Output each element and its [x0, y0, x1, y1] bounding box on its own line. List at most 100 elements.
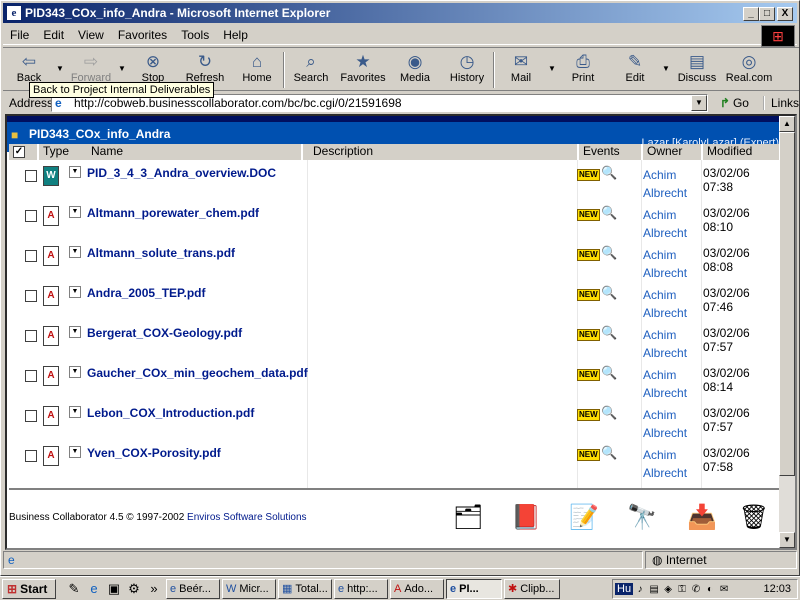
magnifier-icon[interactable]: 🔍	[601, 165, 617, 181]
tray-icon[interactable]: ✉	[717, 584, 731, 595]
tray-icon[interactable]: ◐	[703, 584, 717, 595]
links-button[interactable]: Links	[762, 96, 799, 110]
menu-edit[interactable]: Edit	[36, 28, 71, 42]
scroll-down-button[interactable]: ▼	[779, 532, 795, 548]
col-owner[interactable]: Owner	[643, 144, 703, 160]
owner-link[interactable]: Achim Albrecht	[643, 246, 687, 282]
vertical-scrollbar[interactable]: ▲ ▼	[779, 116, 795, 548]
col-modified[interactable]: Modified	[703, 144, 783, 160]
menu-help[interactable]: Help	[216, 28, 255, 42]
row-checkbox[interactable]	[25, 410, 37, 422]
file-name-link[interactable]: Bergerat_COX-Geology.pdf	[87, 326, 242, 340]
company-link[interactable]: Enviros Software Solutions	[187, 512, 307, 523]
row-checkbox[interactable]	[25, 210, 37, 222]
tray-icon[interactable]: ◈	[661, 584, 675, 595]
file-menu-dropdown[interactable]: ▼	[69, 286, 81, 298]
title-bar[interactable]: e PID343_COx_info_Andra - Microsoft Inte…	[3, 3, 797, 23]
magnifier-icon[interactable]: 🔍	[601, 325, 617, 341]
file-name-link[interactable]: PID_3_4_3_Andra_overview.DOC	[87, 166, 276, 180]
minimize-button[interactable]: _	[743, 7, 759, 21]
task-4[interactable]: e http:...	[334, 578, 388, 599]
task-5[interactable]: A Ado...	[390, 578, 444, 599]
owner-link[interactable]: Achim Albrecht	[643, 166, 687, 202]
tray-icon[interactable]: ▤	[647, 584, 661, 595]
owner-link[interactable]: Achim Albrecht	[643, 366, 687, 402]
go-button[interactable]: ↱ Go	[720, 96, 749, 110]
file-name-link[interactable]: Gaucher_COx_min_geochem_data.pdf	[87, 366, 308, 380]
mail-button[interactable]: ✉ Mail	[495, 48, 547, 92]
tray-icon[interactable]: ✆	[689, 584, 703, 595]
owner-link[interactable]: Achim Albrecht	[643, 446, 687, 482]
address-url[interactable]: http://cobweb.businesscollaborator.com/b…	[74, 96, 691, 110]
row-checkbox[interactable]	[25, 170, 37, 182]
quicklaunch-ie-icon[interactable]: e	[84, 579, 104, 599]
select-all-checkbox[interactable]: ✓	[13, 145, 25, 158]
file-menu-dropdown[interactable]: ▼	[69, 446, 81, 458]
close-button[interactable]: X	[777, 7, 793, 21]
col-type[interactable]: Type	[39, 144, 87, 160]
file-name-link[interactable]: Altmann_solute_trans.pdf	[87, 246, 235, 260]
print-button[interactable]: ⎙ Print	[557, 48, 609, 92]
task-3[interactable]: ▦ Total...	[278, 578, 332, 599]
owner-link[interactable]: Achim Albrecht	[643, 206, 687, 242]
task-6-active[interactable]: e PI...	[446, 578, 502, 599]
media-button[interactable]: ◉ Media	[389, 48, 441, 92]
quicklaunch-more-icon[interactable]: »	[144, 579, 164, 599]
row-checkbox[interactable]	[25, 450, 37, 462]
row-checkbox[interactable]	[25, 250, 37, 262]
menu-file[interactable]: File	[3, 28, 36, 42]
address-dropdown[interactable]: ▼	[690, 95, 707, 111]
file-name-link[interactable]: Altmann_porewater_chem.pdf	[87, 206, 259, 220]
task-7[interactable]: ✱ Clipb...	[504, 578, 560, 599]
history-button[interactable]: ◷ History	[441, 48, 493, 92]
realcom-button[interactable]: ◎ Real.com	[723, 48, 775, 92]
owner-link[interactable]: Achim Albrecht	[643, 406, 687, 442]
mail-dropdown[interactable]: ▼	[547, 48, 557, 90]
file-menu-dropdown[interactable]: ▼	[69, 366, 81, 378]
file-menu-dropdown[interactable]: ▼	[69, 246, 81, 258]
menu-favorites[interactable]: Favorites	[111, 28, 174, 42]
magnifier-icon[interactable]: 🔍	[601, 285, 617, 301]
quicklaunch-desktop-icon[interactable]: ▣	[104, 579, 124, 599]
mail-note-icon[interactable]: 📝	[563, 500, 605, 536]
row-checkbox[interactable]	[25, 370, 37, 382]
tray-icon[interactable]: ⚿	[675, 584, 689, 595]
magnifier-icon[interactable]: 🔍	[601, 245, 617, 261]
home-button[interactable]: ⌂ Home	[231, 48, 283, 92]
col-events[interactable]: Events	[579, 144, 643, 160]
owner-link[interactable]: Achim Albrecht	[643, 286, 687, 322]
scroll-thumb[interactable]	[779, 132, 795, 476]
quicklaunch-tool-icon[interactable]: ⚙	[124, 579, 144, 599]
maximize-button[interactable]: □	[759, 7, 775, 21]
menu-view[interactable]: View	[71, 28, 111, 42]
magnifier-icon[interactable]: 🔍	[601, 205, 617, 221]
magnifier-icon[interactable]: 🔍	[601, 365, 617, 381]
file-menu-dropdown[interactable]: ▼	[69, 326, 81, 338]
file-menu-dropdown[interactable]: ▼	[69, 206, 81, 218]
col-name[interactable]: Name	[87, 144, 303, 160]
row-checkbox[interactable]	[25, 330, 37, 342]
magnifier-icon[interactable]: 🔍	[601, 405, 617, 421]
trash-can-icon[interactable]: 🗑	[733, 500, 775, 536]
address-book-icon[interactable]: 📕	[505, 500, 547, 536]
quicklaunch-edit-icon[interactable]: ✎	[64, 579, 84, 599]
magnifier-icon[interactable]: 🔍	[601, 445, 617, 461]
edit-dropdown[interactable]: ▼	[661, 48, 671, 90]
inbox-tray-icon[interactable]: 📥	[681, 500, 723, 536]
tray-icon[interactable]: ♪	[633, 584, 647, 595]
file-menu-dropdown[interactable]: ▼	[69, 166, 81, 178]
search-button[interactable]: ⌕ Search	[285, 48, 337, 92]
col-description[interactable]: Description	[309, 144, 579, 160]
file-name-link[interactable]: Yven_COX-Porosity.pdf	[87, 446, 221, 460]
task-2[interactable]: W Micr...	[222, 578, 276, 599]
start-button[interactable]: ⊞ Start	[2, 578, 56, 599]
owner-link[interactable]: Achim Albrecht	[643, 326, 687, 362]
row-checkbox[interactable]	[25, 290, 37, 302]
favorites-button[interactable]: ★ Favorites	[337, 48, 389, 92]
file-menu-dropdown[interactable]: ▼	[69, 406, 81, 418]
file-name-link[interactable]: Andra_2005_TEP.pdf	[87, 286, 206, 300]
scroll-up-button[interactable]: ▲	[779, 116, 795, 132]
language-indicator[interactable]: Hu	[615, 583, 634, 595]
file-name-link[interactable]: Lebon_COX_Introduction.pdf	[87, 406, 254, 420]
discuss-button[interactable]: ▤ Discuss	[671, 48, 723, 92]
